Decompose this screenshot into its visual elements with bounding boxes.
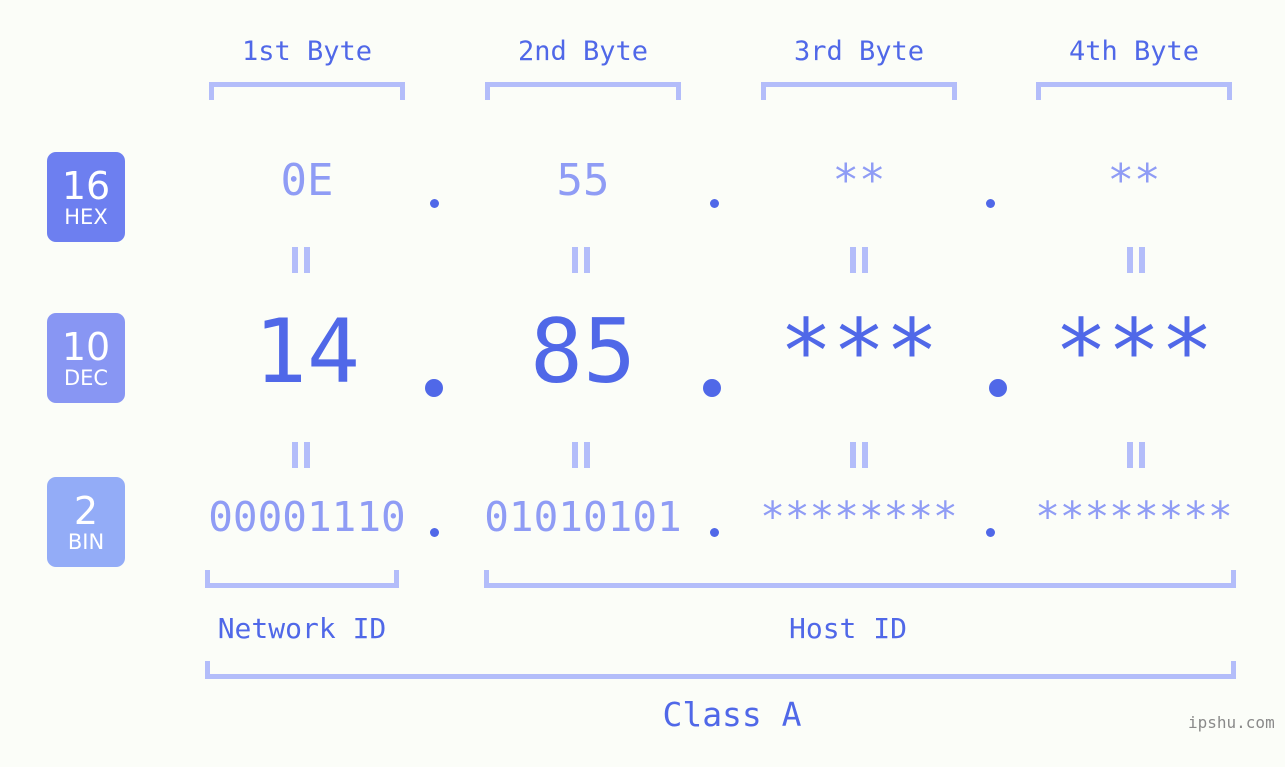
dec-separator-dot-2 [703, 379, 721, 397]
hex-separator-dot-1 [430, 199, 439, 208]
base-badge-bin-name: BIN [67, 529, 105, 554]
class-label: Class A [662, 695, 802, 734]
network-id-bracket [205, 570, 399, 588]
equals-sign-hex-dec-1 [291, 247, 311, 273]
byte-bracket-1 [209, 82, 405, 100]
equals-sign-hex-dec-3 [849, 247, 869, 273]
base-badge-dec-number: 10 [61, 324, 111, 369]
equals-sign-dec-bin-3 [849, 442, 869, 468]
equals-sign-dec-bin-2 [571, 442, 591, 468]
base-badge-hex: 16 HEX [47, 152, 125, 242]
equals-sign-hex-dec-4 [1126, 247, 1146, 273]
bin-separator-dot-3 [986, 528, 995, 537]
base-badge-hex-name: HEX [64, 204, 108, 229]
dec-byte-3: *** [779, 300, 939, 403]
bin-separator-dot-1 [430, 528, 439, 537]
ip-address-breakdown-diagram: 1st Byte 2nd Byte 3rd Byte 4th Byte 16 H… [0, 0, 1285, 767]
hex-byte-2: 55 [556, 155, 610, 206]
hex-byte-1: 0E [280, 155, 334, 206]
hex-byte-4: ** [1107, 155, 1161, 206]
equals-sign-hex-dec-2 [571, 247, 591, 273]
watermark-label: ipshu.com [1188, 713, 1275, 732]
byte-header-label-2: 2nd Byte [517, 36, 649, 67]
byte-header-label-1: 1st Byte [241, 36, 373, 67]
dec-byte-1: 14 [254, 300, 360, 403]
equals-sign-dec-bin-4 [1126, 442, 1146, 468]
class-bracket [205, 661, 1236, 679]
byte-header-label-3: 3rd Byte [793, 36, 925, 67]
bin-separator-dot-2 [710, 528, 719, 537]
hex-separator-dot-3 [986, 199, 995, 208]
dec-byte-2: 85 [530, 300, 636, 403]
bin-byte-3: ******** [760, 493, 958, 541]
equals-sign-dec-bin-1 [291, 442, 311, 468]
byte-bracket-4 [1036, 82, 1232, 100]
network-id-label: Network ID [217, 612, 387, 645]
dec-separator-dot-1 [425, 379, 443, 397]
base-badge-dec-name: DEC [63, 365, 109, 390]
byte-header-label-4: 4th Byte [1068, 36, 1200, 67]
base-badge-hex-number: 16 [61, 163, 111, 208]
hex-separator-dot-2 [710, 199, 719, 208]
bin-byte-2: 01010101 [484, 493, 682, 541]
host-id-label: Host ID [788, 612, 907, 645]
dec-byte-4: *** [1054, 300, 1214, 403]
base-badge-bin-number: 2 [73, 488, 99, 533]
hex-byte-3: ** [832, 155, 886, 206]
base-badge-dec: 10 DEC [47, 313, 125, 403]
host-id-bracket [484, 570, 1236, 588]
base-badge-bin: 2 BIN [47, 477, 125, 567]
byte-bracket-2 [485, 82, 681, 100]
bin-byte-1: 00001110 [208, 493, 406, 541]
bin-byte-4: ******** [1035, 493, 1233, 541]
byte-bracket-3 [761, 82, 957, 100]
dec-separator-dot-3 [989, 379, 1007, 397]
